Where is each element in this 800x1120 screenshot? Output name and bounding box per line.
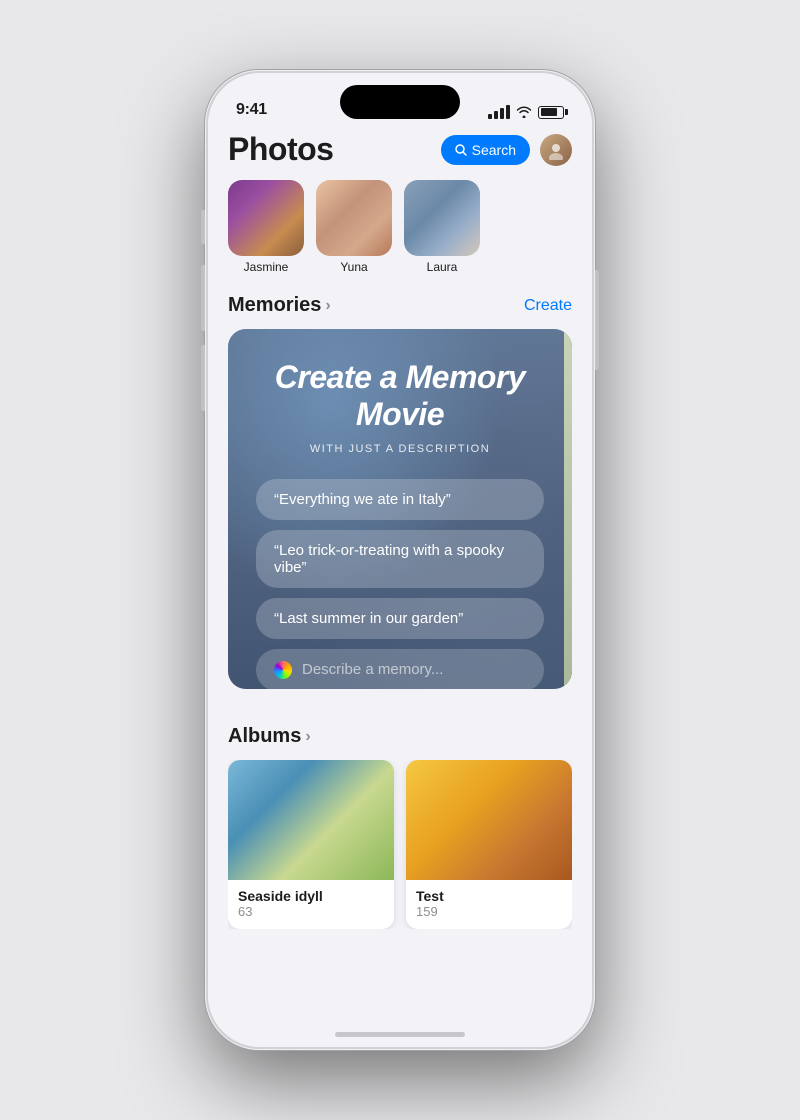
person-photo-jasmine [228,180,304,256]
person-name-laura: Laura [427,260,458,274]
memory-input-field[interactable]: Describe a memory... [256,649,544,689]
header-right: Search [441,134,572,166]
signal-icon [488,105,510,119]
person-name-yuna: Yuna [340,260,367,274]
memories-title: Memories [228,294,321,317]
albums-row: Seaside idyll 63 Test 159 [228,760,572,929]
albums-title: Albums [228,725,301,748]
battery-icon [538,106,564,119]
person-laura[interactable]: Laura [404,180,480,274]
albums-chevron: › [305,728,310,746]
memory-input-placeholder: Describe a memory... [302,661,443,678]
volume-up-button [201,265,205,331]
phone-inner: 9:41 [208,73,592,1047]
dynamic-island [340,85,460,119]
memory-subtitle: WITH JUST A DESCRIPTION [256,443,544,455]
volume-down-button [201,345,205,411]
app-header: Photos Search [208,127,592,180]
status-time: 9:41 [236,101,267,119]
memories-chevron: › [325,297,330,315]
create-button[interactable]: Create [524,297,572,315]
people-row: Jasmine Yuna Laura [208,180,592,290]
apple-intelligence-icon [274,661,292,679]
suggestion-3-text: “Last summer in our garden” [274,610,463,627]
avatar[interactable] [540,134,572,166]
albums-section-header: Albums › [228,709,572,760]
phone-frame: 9:41 [205,70,595,1050]
suggestion-3[interactable]: “Last summer in our garden” [256,598,544,639]
suggestion-1[interactable]: “Everything we ate in Italy” [256,479,544,520]
albums-title-group[interactable]: Albums › [228,725,311,748]
memories-section-header: Memories › Create [208,290,592,329]
battery-fill [541,108,558,116]
screen: 9:41 [208,73,592,1047]
albums-section: Albums › Seaside idyll 63 [208,689,592,929]
memory-suggestions: “Everything we ate in Italy” “Leo trick-… [256,479,544,689]
suggestion-2[interactable]: “Leo trick-or-treating with a spooky vib… [256,530,544,588]
page-title: Photos [228,131,333,168]
search-icon [455,144,467,156]
status-icons [488,105,564,119]
person-yuna[interactable]: Yuna [316,180,392,274]
home-indicator [335,1032,465,1037]
wifi-icon [516,106,532,118]
album-seaside[interactable]: Seaside idyll 63 [228,760,394,929]
memory-title: Create a Memory Movie [256,359,544,433]
suggestion-1-text: “Everything we ate in Italy” [274,491,451,508]
album-thumb-test [406,760,572,880]
person-jasmine[interactable]: Jasmine [228,180,304,274]
album-count-seaside: 63 [238,904,384,919]
person-photo-yuna [316,180,392,256]
album-test[interactable]: Test 159 [406,760,572,929]
album-info-test: Test 159 [406,880,572,929]
person-photo-laura [404,180,480,256]
person-name-jasmine: Jasmine [244,260,289,274]
memory-card-content: Create a Memory Movie WITH JUST A DESCRI… [228,329,572,689]
album-name-seaside: Seaside idyll [238,888,384,904]
memory-card[interactable]: Create a Memory Movie WITH JUST A DESCRI… [228,329,572,689]
power-button [595,270,599,370]
memories-title-group[interactable]: Memories › [228,294,331,317]
mute-button [201,210,205,244]
suggestion-2-text: “Leo trick-or-treating with a spooky vib… [274,542,504,576]
phone-wrapper: 9:41 [205,70,595,1050]
album-thumb-seaside [228,760,394,880]
album-name-test: Test [416,888,562,904]
album-info-seaside: Seaside idyll 63 [228,880,394,929]
search-label: Search [472,142,516,158]
search-button[interactable]: Search [441,135,530,165]
album-count-test: 159 [416,904,562,919]
